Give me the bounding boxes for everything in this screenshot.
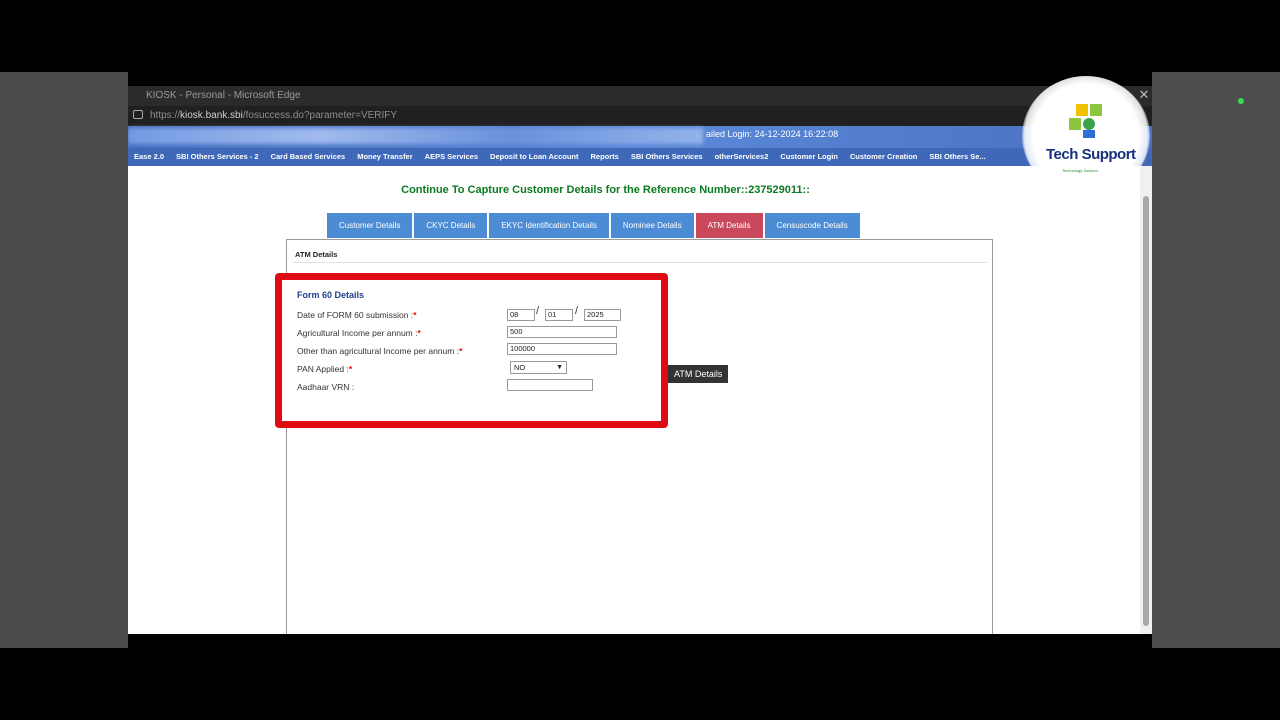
window-title: KIOSK - Personal - Microsoft Edge — [146, 90, 301, 101]
nav-item[interactable]: Card Based Services — [265, 148, 352, 166]
tab-censuscode-details[interactable]: Censuscode Details — [764, 213, 860, 238]
detail-tabs: Customer Details CKYC Details EKYC Ident… — [327, 213, 862, 238]
nav-item[interactable]: Ease 2.0 — [128, 148, 170, 166]
form60-title: Form 60 Details — [297, 290, 365, 300]
tab-ekyc-identification-details[interactable]: EKYC Identification Details — [489, 213, 609, 238]
aadhaar-vrn-input[interactable] — [507, 379, 593, 391]
logo-square — [1069, 118, 1081, 130]
url-path: /fosuccess.do?parameter=VERIFY — [242, 110, 398, 121]
nav-item[interactable]: Customer Creation — [844, 148, 924, 166]
nav-item[interactable]: SBI Others Se... — [923, 148, 991, 166]
required-mark: * — [413, 310, 417, 320]
aadhaar-vrn-label: Aadhaar VRN : — [297, 382, 355, 392]
pan-applied-select[interactable]: NO ▼ — [510, 361, 567, 374]
date-day-input[interactable]: 08 — [507, 309, 535, 321]
required-mark: * — [459, 346, 463, 356]
other-income-label-text: Other than agricultural Income per annum… — [297, 346, 460, 356]
url-host: kiosk.bank.sbi — [180, 110, 243, 121]
agri-income-label: Agricultural Income per annum :* — [297, 328, 421, 338]
nav-item[interactable]: Deposit to Loan Account — [484, 148, 584, 166]
pan-applied-label-text: PAN Applied : — [297, 364, 349, 374]
logo-tagline: Technology Solution — [1062, 168, 1098, 173]
panel-divider — [293, 262, 987, 263]
form60-highlight-box: Form 60 Details Date of FORM 60 submissi… — [275, 273, 668, 428]
nav-item[interactable]: Reports — [585, 148, 625, 166]
scrollbar-thumb[interactable] — [1143, 196, 1149, 626]
nav-item[interactable]: AEPS Services — [419, 148, 484, 166]
page-heading: Continue To Capture Customer Details for… — [401, 184, 810, 196]
pan-applied-value: NO — [514, 363, 526, 372]
chevron-down-icon: ▼ — [556, 364, 563, 371]
agri-income-label-text: Agricultural Income per annum : — [297, 328, 418, 338]
date-month-input[interactable]: 01 — [545, 309, 573, 321]
vertical-scrollbar[interactable] — [1140, 166, 1152, 634]
logo-brand: Tech Support — [1046, 146, 1136, 163]
tab-nominee-details[interactable]: Nominee Details — [610, 213, 694, 238]
nav-item[interactable]: SBI Others Services - 2 — [170, 148, 265, 166]
page-content: Continue To Capture Customer Details for… — [128, 166, 1140, 634]
blurred-header — [128, 128, 703, 144]
last-login-text: ailed Login: 24-12-2024 16:22:08 — [706, 129, 839, 139]
date-year-input[interactable]: 2025 — [584, 309, 621, 321]
date-label: Date of FORM 60 submission :* — [297, 310, 417, 320]
browser-window: KIOSK - Personal - Microsoft Edge ✕ http… — [128, 86, 1152, 634]
browser-titlebar: KIOSK - Personal - Microsoft Edge ✕ — [128, 86, 1152, 106]
other-income-input[interactable]: 100000 — [507, 343, 617, 355]
required-mark: * — [348, 364, 353, 374]
logo-leaf — [1083, 118, 1095, 130]
other-income-label: Other than agricultural Income per annum… — [297, 346, 462, 356]
date-separator: / — [575, 305, 579, 317]
recording-dot — [1238, 98, 1244, 104]
tab-customer-details[interactable]: Customer Details — [327, 213, 413, 238]
tooltip: ATM Details — [668, 365, 729, 383]
bank-header: ailed Login: 24-12-2024 16:22:08 — [128, 126, 1152, 148]
techsupport-logo: Tech Support Technology Solution — [1022, 76, 1150, 196]
address-bar[interactable]: https://kiosk.bank.sbi/fosuccess.do?para… — [128, 106, 1152, 126]
main-nav: Ease 2.0 SBI Others Services - 2 Card Ba… — [128, 148, 1152, 166]
logo-square — [1076, 104, 1088, 116]
video-side-right — [1152, 72, 1280, 648]
nav-item[interactable]: Customer Login — [774, 148, 844, 166]
nav-item[interactable]: SBI Others Services — [625, 148, 709, 166]
date-separator: / — [536, 305, 540, 317]
logo-square — [1090, 104, 1102, 116]
nav-item[interactable]: Money Transfer — [351, 148, 418, 166]
logo-square — [1083, 130, 1095, 138]
nav-item[interactable]: otherServices2 — [709, 148, 775, 166]
lock-icon — [133, 110, 143, 119]
pan-applied-label: PAN Applied :* — [297, 364, 352, 374]
url-text[interactable]: https://kiosk.bank.sbi/fosuccess.do?para… — [150, 106, 397, 126]
video-side-left — [0, 72, 128, 648]
panel-title: ATM Details — [295, 250, 338, 259]
date-label-text: Date of FORM 60 submission : — [297, 310, 414, 320]
tab-atm-details[interactable]: ATM Details — [695, 213, 763, 238]
required-mark: * — [417, 328, 421, 338]
tab-ckyc-details[interactable]: CKYC Details — [414, 213, 488, 238]
url-scheme: https:// — [150, 110, 181, 121]
agri-income-input[interactable]: 500 — [507, 326, 617, 338]
